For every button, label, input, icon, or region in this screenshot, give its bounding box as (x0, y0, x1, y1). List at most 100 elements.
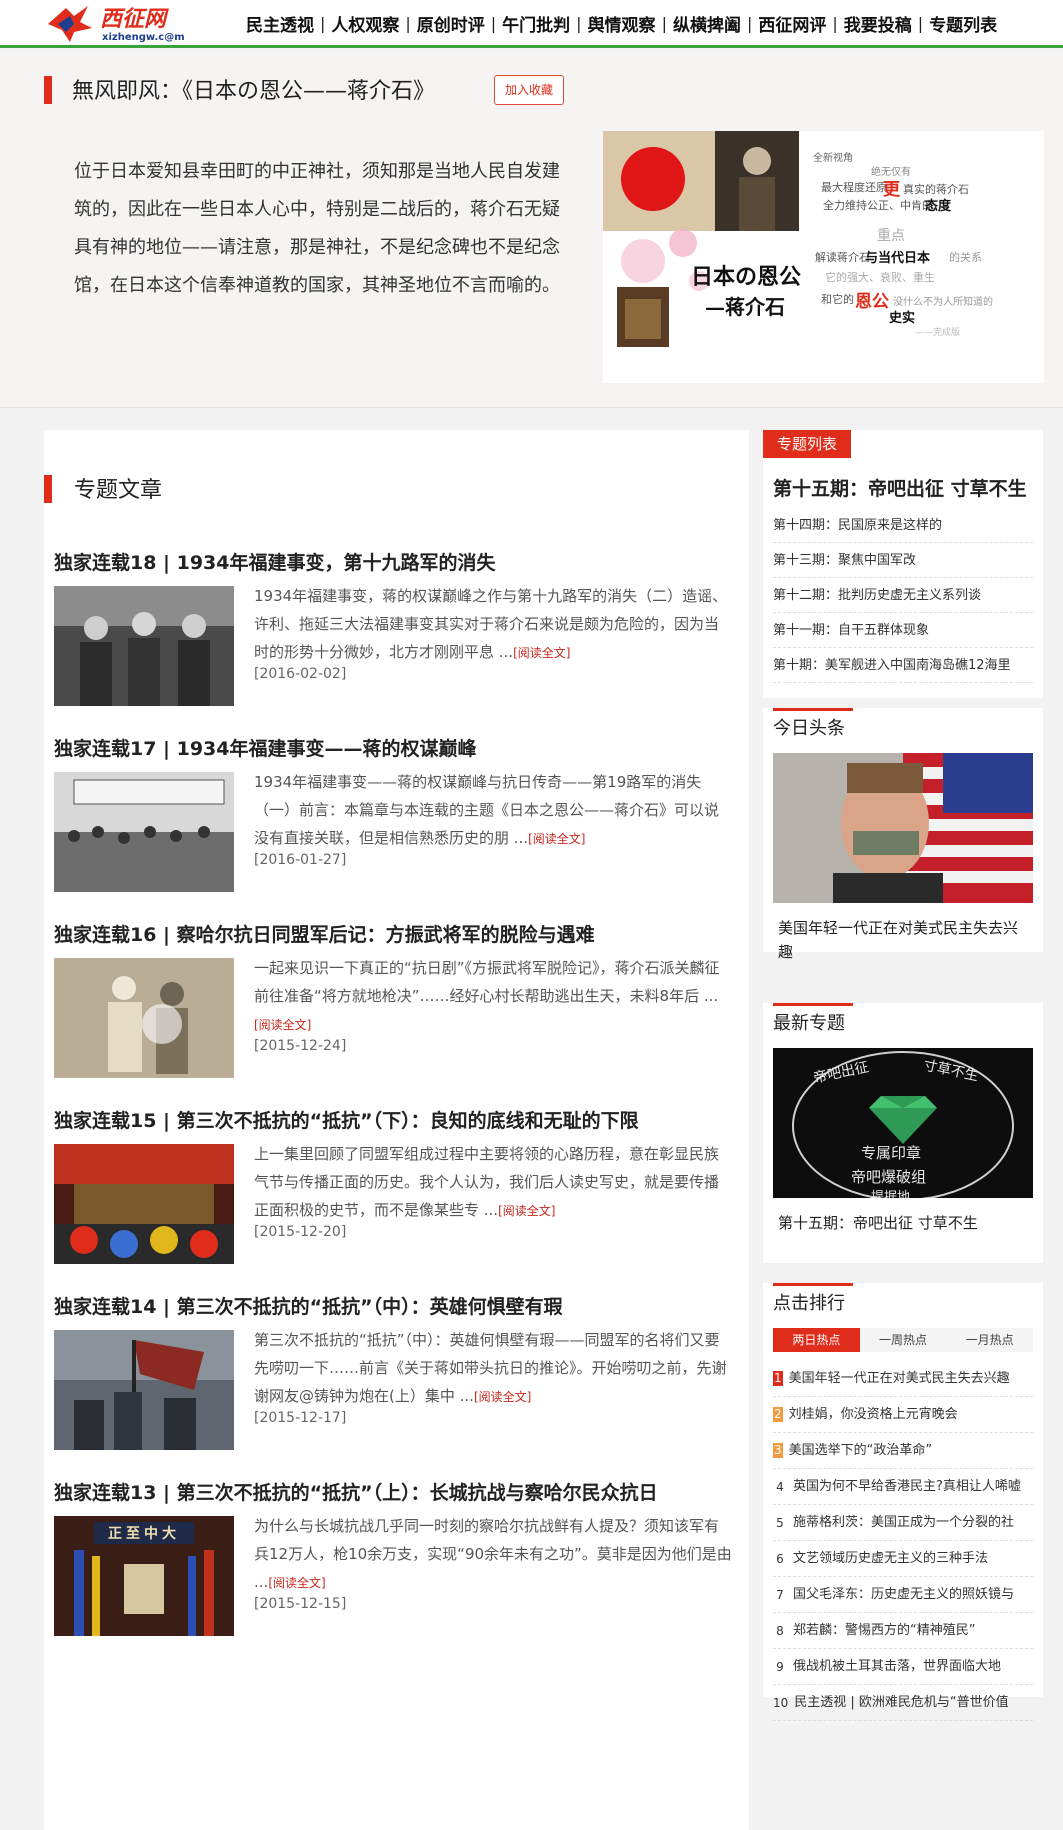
ranking-item[interactable]: 6 文艺领域历史虚无主义的三种手法 (773, 1541, 1033, 1577)
article-thumbnail[interactable] (54, 958, 234, 1078)
banner-side-text-9: 解读蒋介石 (815, 251, 870, 264)
sidebar-today-headline: 今日头条 美国年轻一代正在对美式民主失去兴趣 (763, 708, 1043, 961)
rank-number: 8 (776, 1623, 784, 1638)
article-thumbnail[interactable] (54, 1330, 234, 1450)
article-thumbnail[interactable] (54, 1144, 234, 1264)
ranking-tab-2[interactable]: 一周热点 (860, 1328, 947, 1352)
topic-list-tag[interactable]: 专题列表 (763, 430, 852, 458)
today-headline-caption[interactable]: 美国年轻一代正在对美式民主失去兴趣 (778, 916, 1028, 964)
thumb-plaque-text: 正至中大 (108, 1526, 180, 1542)
rank-number: 10 (773, 1695, 789, 1710)
read-more-link[interactable]: [阅读全文] (254, 1018, 311, 1032)
rank-title: 郑若麟：警惕西方的“精神殖民” (793, 1622, 976, 1638)
nav-item-7[interactable]: 西征网评 (758, 11, 826, 36)
site-header: 西征网 xizhengw.c@m 民主透视 | 人权观察 | 原创时评 | 午门批判 | 舆情观… (0, 0, 1063, 48)
banner-side-text-17: ——完成版 (915, 328, 961, 338)
today-headline-image[interactable] (773, 753, 1033, 903)
nav-item-3[interactable]: 原创时评 (417, 11, 485, 36)
three-officers-photo (54, 586, 234, 706)
ranking-item[interactable]: 5 施蒂格利茨：美国正成为一个分裂的社 (773, 1505, 1033, 1541)
article-item: 独家连载13 | 第三次不抵抗的“抵抗”（上）：长城抗战与察哈尔民众抗日正至中大… (54, 1478, 744, 1664)
read-more-link[interactable]: [阅读全文] (528, 832, 585, 846)
article-summary: 一起来见识一下真正的“抗日剧”《方振武将军脱险记》，蒋介石派关麟征前往准备“将方… (254, 954, 732, 1039)
article-date: [2015-12-17] (254, 1410, 347, 1426)
article-title-link[interactable]: 独家连载18 | 1934年福建事变，第十九路军的消失 (54, 548, 496, 575)
nav-item-5[interactable]: 舆情观察 (588, 11, 656, 36)
banner-side-text-16: 史实 (889, 311, 916, 326)
read-more-link[interactable]: [阅读全文] (268, 1576, 325, 1590)
article-title-link[interactable]: 独家连载13 | 第三次不抵抗的“抵抗”（上）：长城抗战与察哈尔民众抗日 (54, 1478, 658, 1505)
newest-topic-caption[interactable]: 第十五期：帝吧出征 寸草不生 (778, 1211, 1028, 1235)
ranking-item[interactable]: 3 美国选举下的“政治革命” (773, 1433, 1033, 1469)
banner-side-text-8: 重点 (877, 228, 905, 244)
add-favorite-button[interactable]: 加入收藏 (494, 75, 564, 105)
topic-issue-link[interactable]: 第十一期：自干五群体现象 (773, 613, 1033, 648)
topic-issue-link[interactable]: 第十三期：聚焦中国军改 (773, 543, 1033, 578)
topic-issue-link[interactable]: 第十期：美军舰进入中国南海岛礁12海里 (773, 648, 1033, 683)
topic-headline-link[interactable]: 第十五期：帝吧出征 寸草不生 (773, 474, 1027, 501)
read-more-link[interactable]: [阅读全文] (498, 1204, 555, 1218)
rank-title: 国父毛泽东：历史虚无主义的照妖镜与 (793, 1586, 1015, 1602)
rank-number: 4 (776, 1479, 784, 1494)
nav-item-6[interactable]: 纵横捭阖 (673, 11, 741, 36)
sidebar-topic-list: 专题列表 第十五期：帝吧出征 寸草不生 第十四期：民国原来是这样的 第十三期：聚焦… (763, 430, 1043, 698)
banner-side-text-6: 全力维持公正、中肯的 (823, 199, 933, 212)
ranking-tab-1[interactable]: 两日热点 (773, 1328, 860, 1352)
article-date: [2015-12-24] (254, 1038, 347, 1054)
ranking-item[interactable]: 9 俄战机被土耳其击落，世界面临大地 (773, 1649, 1033, 1685)
soldiers-flag-photo (54, 1330, 234, 1450)
rank-number: 9 (776, 1659, 784, 1674)
banner-title-line2: —蒋介石 (705, 295, 785, 319)
two-men-photo (54, 958, 234, 1078)
article-summary: 上一集里回顾了同盟军组成过程中主要将领的心路历程，意在彰显民族气节与传播正面的历… (254, 1140, 732, 1225)
article-summary: 1934年福建事变，蒋的权谋巅峰之作与第十九路军的消失（二）造谣、许利、拖延三大… (254, 582, 732, 667)
article-thumbnail[interactable] (54, 586, 234, 706)
banner-side-text-3: 最大程度还原 (821, 181, 887, 194)
rank-title: 刘桂娟，你没资格上元宵晚会 (788, 1406, 958, 1422)
ranking-item[interactable]: 10 民主透视 | 欧洲难民危机与“普世价值 (773, 1685, 1033, 1721)
read-more-link[interactable]: [阅读全文] (474, 1390, 531, 1404)
main-nav: 民主透视 | 人权观察 | 原创时评 | 午门批判 | 舆情观察 | 纵横捭阖 | 西征网评 | 我要投稿 |… (246, 10, 997, 36)
site-logo[interactable]: 西征网 xizhengw.c@m (44, 2, 224, 44)
topic-issue-link[interactable]: 第十四期：民国原来是这样的 (773, 508, 1033, 543)
rank-number: 2 (773, 1407, 783, 1422)
title-accent-bar (44, 76, 52, 104)
seal-text-4: 帝吧爆破组 (851, 1168, 927, 1186)
nav-item-8[interactable]: 我要投稿 (844, 11, 912, 36)
article-title-link[interactable]: 独家连载14 | 第三次不抵抗的“抵抗”（中）：英雄何惧壁有瑕 (54, 1292, 563, 1319)
newest-topic-image[interactable]: 帝吧出征 寸草不生 专属印章 帝吧爆破组 提据地 (773, 1048, 1033, 1198)
topic-issue-link[interactable]: 第十二期：批判历史虚无主义系列谈 (773, 578, 1033, 613)
article-title-link[interactable]: 独家连载15 | 第三次不抵抗的“抵抗”（下）：良知的底线和无耻的下限 (54, 1106, 639, 1133)
nav-separator: | (917, 13, 924, 33)
ranking-list: 1 美国年轻一代正在对美式民主失去兴趣 2 刘桂娟，你没资格上元宵晚会 3 美国选举下的“… (773, 1361, 1033, 1721)
topic-description: 位于日本爱知县幸田町的中正神社，须知那是当地人民自发建筑的，因此在一些日本人心中… (74, 161, 560, 296)
ranking-item[interactable]: 7 国父毛泽东：历史虚无主义的照妖镜与 (773, 1577, 1033, 1613)
rank-number: 6 (776, 1551, 784, 1566)
rank-title: 施蒂格利茨：美国正成为一个分裂的社 (793, 1514, 1015, 1530)
nav-separator: | (746, 13, 753, 33)
nav-item-4[interactable]: 午门批判 (502, 11, 570, 36)
ceremony-red-photo (54, 1144, 234, 1264)
nav-item-1[interactable]: 民主透视 (246, 11, 314, 36)
ranking-item[interactable]: 2 刘桂娟，你没资格上元宵晚会 (773, 1397, 1033, 1433)
ranking-item[interactable]: 4 英国为何不早给香港民主?真相让人唏嘘 (773, 1469, 1033, 1505)
article-thumbnail[interactable]: 正至中大 (54, 1516, 234, 1636)
banner-side-text-12: 它的强大、衰败、重生 (825, 271, 935, 284)
read-more-link[interactable]: [阅读全文] (513, 646, 570, 660)
nav-item-2[interactable]: 人权观察 (331, 11, 399, 36)
article-title-link[interactable]: 独家连载17 | 1934年福建事变——蒋的权谋巅峰 (54, 734, 477, 761)
seal-text-5: 提据地 (871, 1190, 911, 1198)
logo-mark-icon: 西征网 xizhengw.c@m (48, 6, 185, 43)
article-summary-text: 一起来见识一下真正的“抗日剧”《方振武将军脱险记》，蒋介石派关麟征前往准备“将方… (254, 959, 720, 1005)
ranking-item[interactable]: 1 美国年轻一代正在对美式民主失去兴趣 (773, 1361, 1033, 1397)
article-summary: 为什么与长城抗战几乎同一时刻的察哈尔抗战鲜有人提及？须知该军有兵12万人，枪10… (254, 1512, 732, 1597)
article-thumbnail[interactable] (54, 772, 234, 892)
ranking-tab-3[interactable]: 一月热点 (946, 1328, 1033, 1352)
nav-item-9[interactable]: 专题列表 (929, 11, 997, 36)
rank-title: 民主透视 | 欧洲难民危机与“普世价值 (794, 1694, 1009, 1710)
rank-number: 5 (776, 1515, 784, 1530)
article-item: 独家连载16 | 察哈尔抗日同盟军后记：方振武将军的脱险与遇难一起来见识一下真正… (54, 920, 744, 1106)
article-title-link[interactable]: 独家连载16 | 察哈尔抗日同盟军后记：方振武将军的脱险与遇难 (54, 920, 595, 947)
ranking-item[interactable]: 8 郑若麟：警惕西方的“精神殖民” (773, 1613, 1033, 1649)
rank-title: 俄战机被土耳其击落，世界面临大地 (793, 1658, 1002, 1674)
